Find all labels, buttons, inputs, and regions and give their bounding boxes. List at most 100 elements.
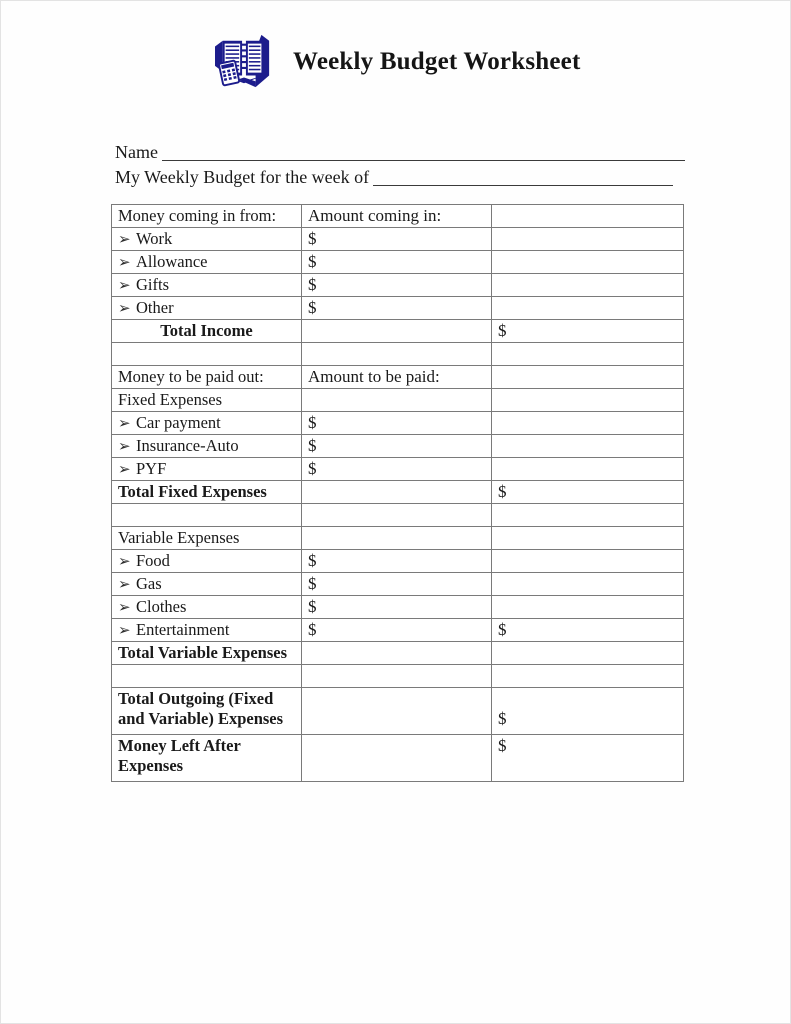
row-label: PYF (136, 459, 167, 478)
week-field-row: My Weekly Budget for the week of (115, 166, 685, 188)
income-work-total-cell[interactable] (491, 227, 684, 251)
variable-entertainment-amount-cell[interactable]: $ (301, 618, 492, 642)
fixed-car-payment[interactable]: ➢ Car payment (111, 411, 302, 435)
income-header-amount-cell[interactable]: Amount coming in: (301, 204, 492, 228)
money-left-after-expenses-amount-cell[interactable] (301, 734, 492, 782)
variable-food-amount-cell[interactable]: $ (301, 549, 492, 573)
income-header[interactable]: Money coming in from: (111, 204, 302, 228)
fixed-car-payment-total-cell[interactable] (491, 411, 684, 435)
total-outgoing-expenses[interactable]: Total Outgoing (Fixed and Variable) Expe… (111, 687, 302, 735)
table-row (111, 503, 684, 527)
row-label: Entertainment (136, 620, 230, 639)
fixed-expenses-group-amount-cell[interactable] (301, 388, 492, 412)
variable-expenses-group-total-cell[interactable] (491, 526, 684, 550)
fixed-car-payment-amount-cell[interactable]: $ (301, 411, 492, 435)
total-fixed-expenses-amount-cell[interactable] (301, 480, 492, 504)
row-label: Total Outgoing (Fixed and Variable) Expe… (118, 689, 284, 728)
fixed-pyf-total-cell[interactable] (491, 457, 684, 481)
table-row: ➢ Entertainment $ $ (111, 618, 684, 642)
amount-value: $ (308, 574, 317, 593)
income-other[interactable]: ➢ Other (111, 296, 302, 320)
fixed-expenses-group[interactable]: Fixed Expenses (111, 388, 302, 412)
fixed-insurance-auto-total-cell[interactable] (491, 434, 684, 458)
budget-table: Money coming in from: Amount coming in: ➢ W… (111, 204, 684, 782)
income-allowance-amount-cell[interactable]: $ (301, 250, 492, 274)
outgoing-header-total-cell[interactable] (491, 365, 684, 389)
table-row: Money Left After Expenses $ (111, 734, 684, 782)
income-other-amount-cell[interactable]: $ (301, 296, 492, 320)
income-allowance-total-cell[interactable] (491, 250, 684, 274)
table-row: ➢ Insurance-Auto $ (111, 434, 684, 458)
total-variable-expenses-amount-cell[interactable] (301, 641, 492, 665)
arrow-bullet-icon: ➢ (118, 575, 131, 593)
fixed-insurance-auto-amount-cell[interactable]: $ (301, 434, 492, 458)
income-gifts[interactable]: ➢ Gifts (111, 273, 302, 297)
total-value: $ (498, 736, 507, 755)
variable-expenses-group-amount-cell[interactable] (301, 526, 492, 550)
income-gifts-total-cell[interactable] (491, 273, 684, 297)
arrow-bullet-icon: ➢ (118, 299, 131, 317)
week-field-label: My Weekly Budget for the week of (115, 167, 370, 187)
table-row: Total Fixed Expenses $ (111, 480, 684, 504)
variable-food-total-cell[interactable] (491, 549, 684, 573)
total-income-amount-cell[interactable] (301, 319, 492, 343)
variable-gas-amount-cell[interactable]: $ (301, 572, 492, 596)
fixed-expenses-group-total-cell[interactable] (491, 388, 684, 412)
variable-clothes-total-cell[interactable] (491, 595, 684, 619)
amount-value: Amount to be paid: (308, 367, 440, 386)
fixed-insurance-auto[interactable]: ➢ Insurance-Auto (111, 434, 302, 458)
variable-clothes[interactable]: ➢ Clothes (111, 595, 302, 619)
amount-value: Amount coming in: (308, 206, 442, 225)
total-variable-expenses[interactable]: Total Variable Expenses (111, 641, 302, 665)
table-row: ➢ Car payment $ (111, 411, 684, 435)
income-other-total-cell[interactable] (491, 296, 684, 320)
name-input-line[interactable] (161, 145, 685, 161)
budget-book-calculator-icon (215, 34, 270, 88)
row-label: Money coming in from: (118, 206, 277, 225)
income-header-total-cell[interactable] (491, 204, 684, 228)
row-label: Money to be paid out: (118, 367, 264, 386)
table-row: Fixed Expenses (111, 388, 684, 412)
variable-clothes-amount-cell[interactable]: $ (301, 595, 492, 619)
money-left-after-expenses-total-cell[interactable]: $ (491, 734, 684, 782)
row-label: Insurance-Auto (136, 436, 239, 455)
outgoing-header[interactable]: Money to be paid out: (111, 365, 302, 389)
total-income-total-cell[interactable]: $ (491, 319, 684, 343)
variable-expenses-group[interactable]: Variable Expenses (111, 526, 302, 550)
outgoing-header-amount-cell[interactable]: Amount to be paid: (301, 365, 492, 389)
identity-fields: Name My Weekly Budget for the week of (115, 141, 685, 191)
total-income[interactable]: Total Income (111, 319, 302, 343)
income-work-amount-cell[interactable]: $ (301, 227, 492, 251)
variable-entertainment-total-cell[interactable]: $ (491, 618, 684, 642)
fixed-pyf-amount-cell[interactable]: $ (301, 457, 492, 481)
variable-entertainment[interactable]: ➢ Entertainment (111, 618, 302, 642)
arrow-bullet-icon: ➢ (118, 460, 131, 478)
total-variable-expenses-total-cell[interactable] (491, 641, 684, 665)
row-label: Variable Expenses (118, 528, 240, 547)
fixed-pyf[interactable]: ➢ PYF (111, 457, 302, 481)
total-value: $ (498, 482, 507, 501)
variable-food[interactable]: ➢ Food (111, 549, 302, 573)
table-row: Money to be paid out: Amount to be paid: (111, 365, 684, 389)
total-fixed-expenses[interactable]: Total Fixed Expenses (111, 480, 302, 504)
arrow-bullet-icon: ➢ (118, 621, 131, 639)
variable-gas-total-cell[interactable] (491, 572, 684, 596)
arrow-bullet-icon: ➢ (118, 253, 131, 271)
spacer-1-amount-cell (301, 342, 492, 366)
income-work[interactable]: ➢ Work (111, 227, 302, 251)
total-outgoing-expenses-amount-cell[interactable] (301, 687, 492, 735)
amount-value: $ (308, 252, 317, 271)
total-outgoing-expenses-total-cell[interactable]: $ (491, 687, 684, 735)
income-gifts-amount-cell[interactable]: $ (301, 273, 492, 297)
row-label: Gifts (136, 275, 169, 294)
variable-gas[interactable]: ➢ Gas (111, 572, 302, 596)
table-row: ➢ Work $ (111, 227, 684, 251)
row-label: Total Variable Expenses (118, 643, 288, 662)
arrow-bullet-icon: ➢ (118, 598, 131, 616)
table-row: Variable Expenses (111, 526, 684, 550)
money-left-after-expenses[interactable]: Money Left After Expenses (111, 734, 302, 782)
week-input-line[interactable] (373, 170, 674, 186)
row-label: Total Fixed Expenses (118, 482, 267, 501)
total-fixed-expenses-total-cell[interactable]: $ (491, 480, 684, 504)
income-allowance[interactable]: ➢ Allowance (111, 250, 302, 274)
